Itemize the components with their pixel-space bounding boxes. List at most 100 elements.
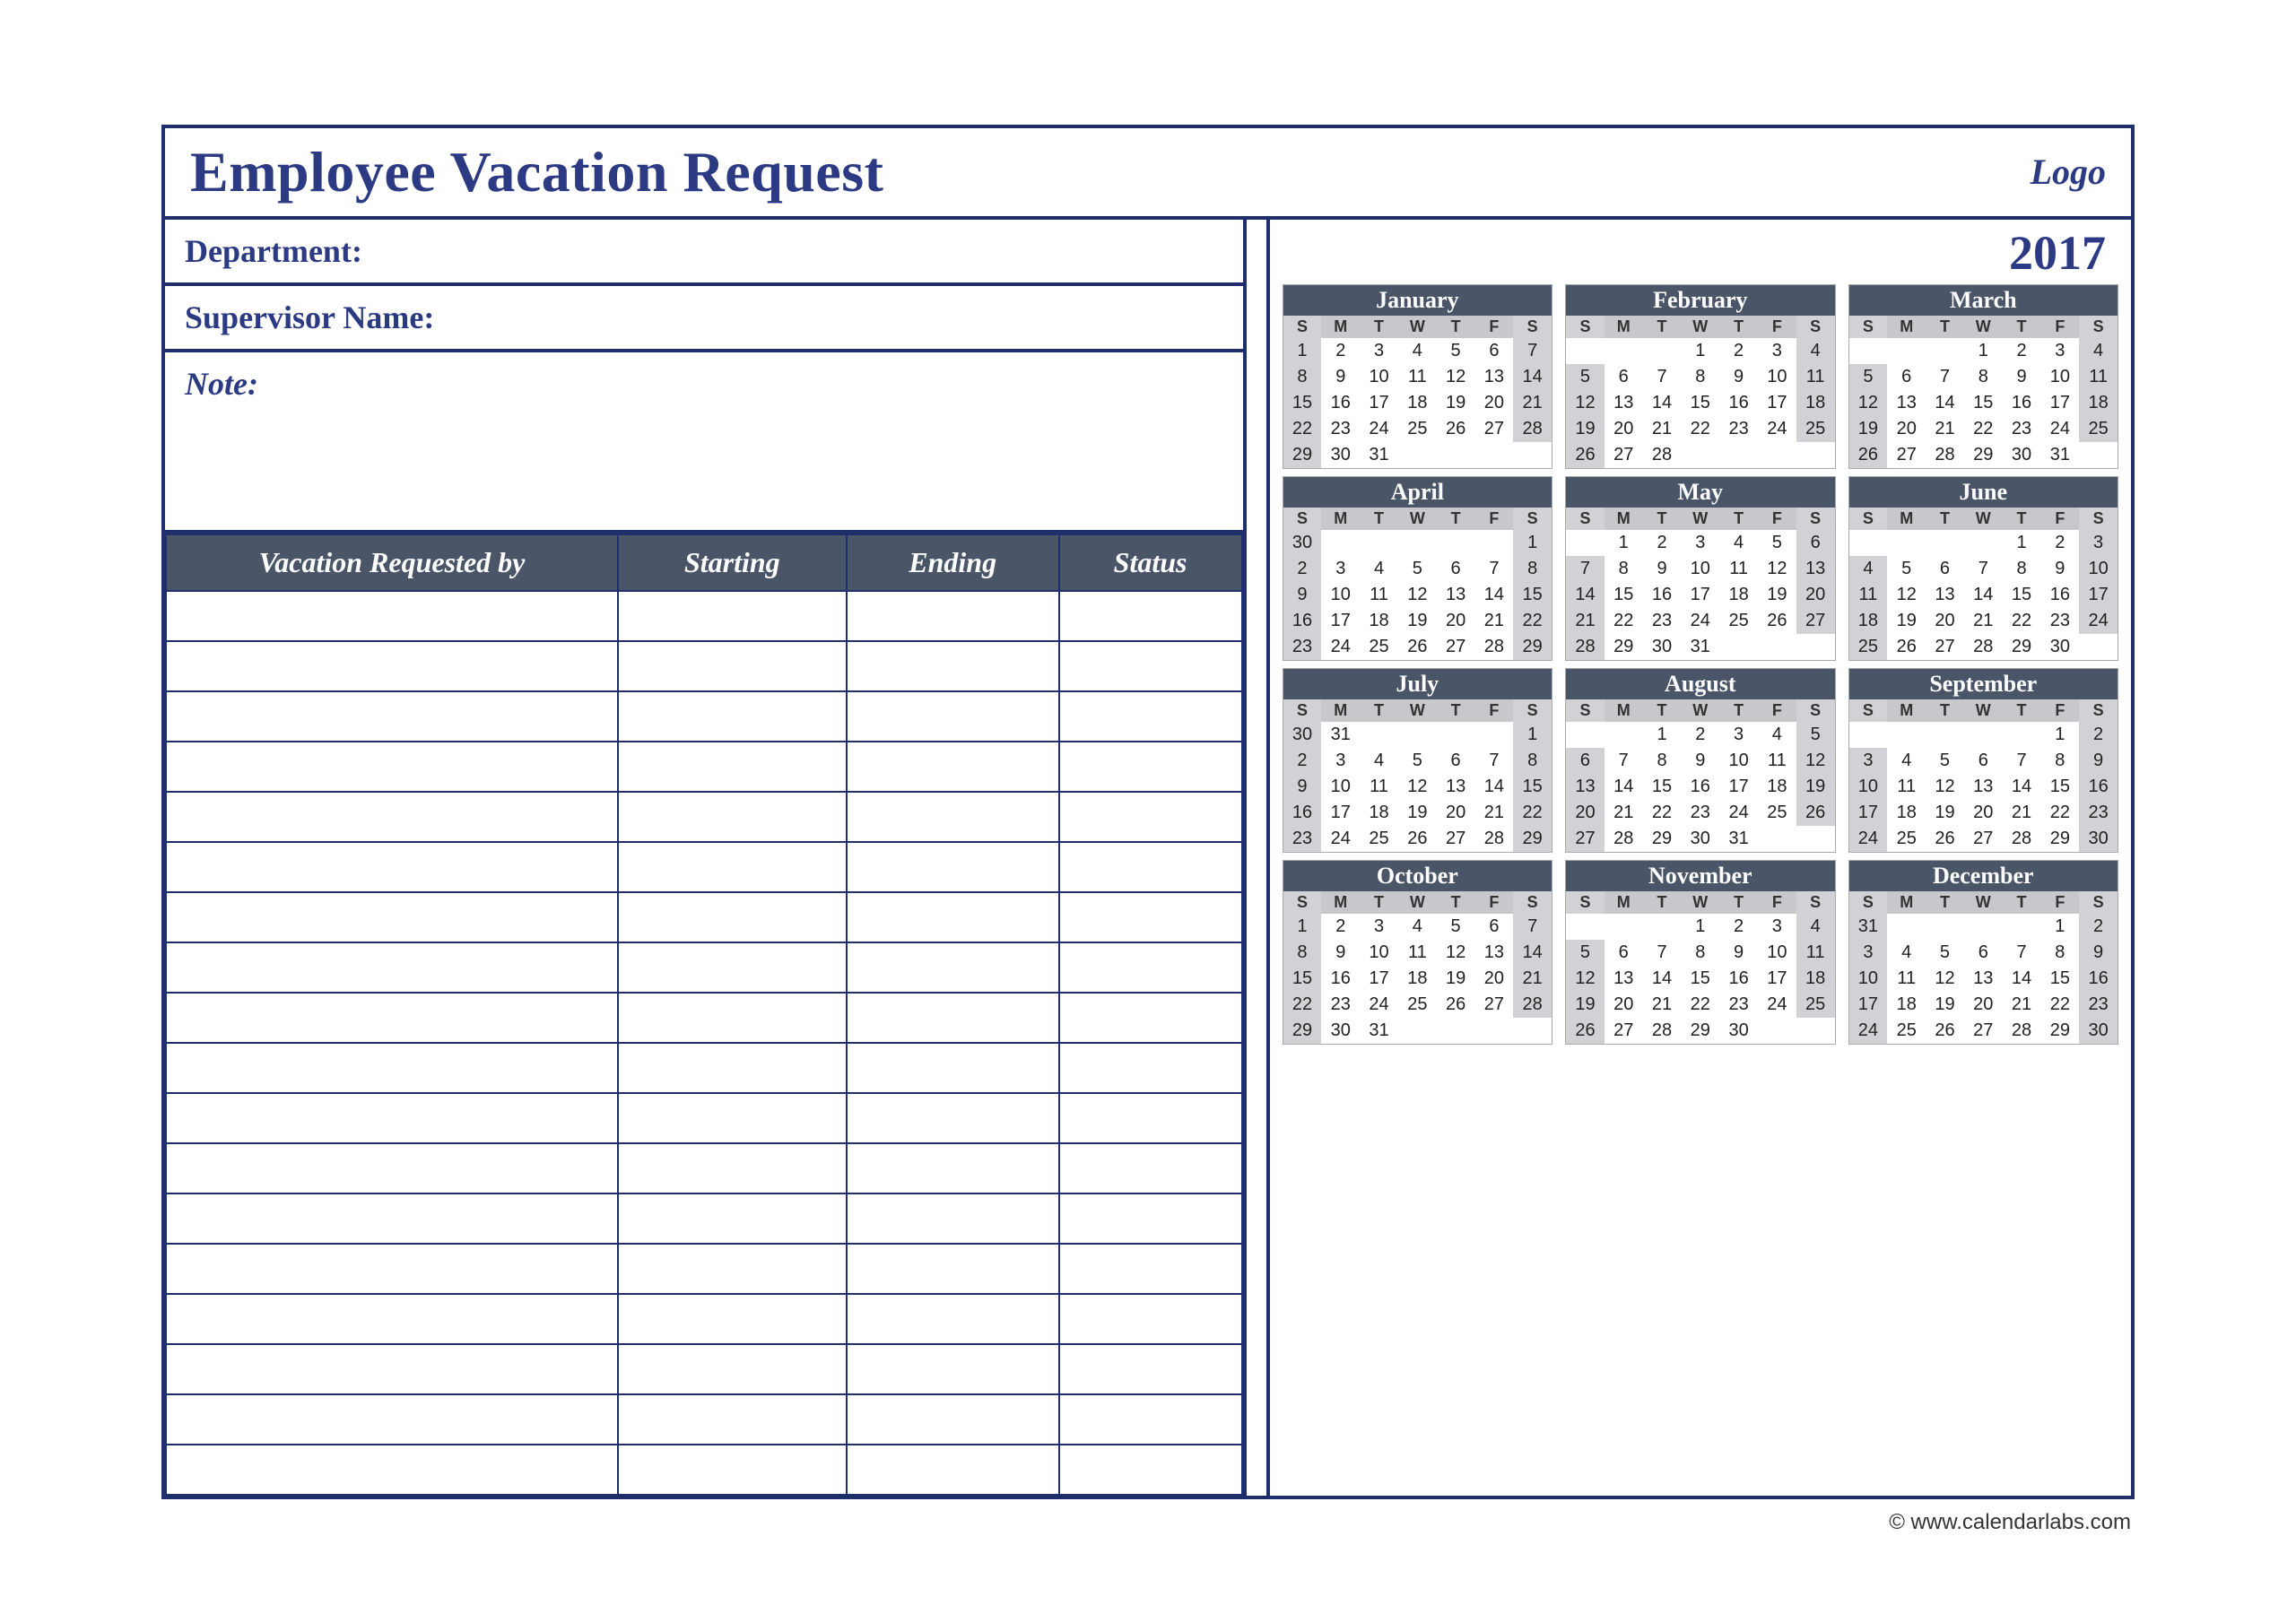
table-cell[interactable] <box>618 691 847 742</box>
table-cell[interactable] <box>618 1294 847 1344</box>
day-cell: 2 <box>2079 914 2118 940</box>
table-cell[interactable] <box>847 1244 1059 1294</box>
table-cell[interactable] <box>1059 1344 1242 1394</box>
table-cell[interactable] <box>1059 1244 1242 1294</box>
table-row[interactable] <box>166 1193 1242 1244</box>
table-cell[interactable] <box>618 1394 847 1445</box>
table-cell[interactable] <box>618 1143 847 1193</box>
table-cell[interactable] <box>618 1244 847 1294</box>
table-row[interactable] <box>166 691 1242 742</box>
table-cell[interactable] <box>1059 641 1242 691</box>
table-cell[interactable] <box>847 1394 1059 1445</box>
table-cell[interactable] <box>847 591 1059 641</box>
table-cell[interactable] <box>1059 1394 1242 1445</box>
table-cell[interactable] <box>847 842 1059 892</box>
table-cell[interactable] <box>618 993 847 1043</box>
table-cell[interactable] <box>847 993 1059 1043</box>
table-row[interactable] <box>166 1394 1242 1445</box>
table-cell[interactable] <box>618 1193 847 1244</box>
table-cell[interactable] <box>1059 1294 1242 1344</box>
table-cell[interactable] <box>847 1193 1059 1244</box>
table-cell[interactable] <box>847 1043 1059 1093</box>
table-cell[interactable] <box>847 1093 1059 1143</box>
table-cell[interactable] <box>166 1344 618 1394</box>
table-cell[interactable] <box>166 1093 618 1143</box>
month-november: NovemberSMTWTFS1234567891011121314151617… <box>1565 860 1835 1045</box>
table-cell[interactable] <box>1059 1093 1242 1143</box>
table-cell[interactable] <box>847 892 1059 942</box>
table-row[interactable] <box>166 641 1242 691</box>
table-cell[interactable] <box>166 993 618 1043</box>
table-row[interactable] <box>166 591 1242 641</box>
table-cell[interactable] <box>847 942 1059 993</box>
table-cell[interactable] <box>1059 842 1242 892</box>
day-cell: 7 <box>2003 940 2041 966</box>
table-cell[interactable] <box>166 1244 618 1294</box>
table-cell[interactable] <box>618 792 847 842</box>
table-cell[interactable] <box>847 641 1059 691</box>
table-cell[interactable] <box>166 1143 618 1193</box>
table-cell[interactable] <box>618 892 847 942</box>
table-cell[interactable] <box>1059 1043 1242 1093</box>
supervisor-field[interactable]: Supervisor Name: <box>165 286 1243 352</box>
table-row[interactable] <box>166 1294 1242 1344</box>
table-cell[interactable] <box>618 742 847 792</box>
table-cell[interactable] <box>1059 691 1242 742</box>
day-cell <box>1605 722 1643 748</box>
table-cell[interactable] <box>166 1193 618 1244</box>
table-cell[interactable] <box>847 1445 1059 1495</box>
table-cell[interactable] <box>1059 792 1242 842</box>
table-row[interactable] <box>166 1093 1242 1143</box>
department-field[interactable]: Department: <box>165 220 1243 286</box>
table-cell[interactable] <box>1059 591 1242 641</box>
table-row[interactable] <box>166 1143 1242 1193</box>
table-cell[interactable] <box>166 691 618 742</box>
table-cell[interactable] <box>847 792 1059 842</box>
table-row[interactable] <box>166 1344 1242 1394</box>
table-row[interactable] <box>166 942 1242 993</box>
table-cell[interactable] <box>166 942 618 993</box>
table-cell[interactable] <box>618 842 847 892</box>
table-row[interactable] <box>166 892 1242 942</box>
table-cell[interactable] <box>166 792 618 842</box>
table-cell[interactable] <box>847 1344 1059 1394</box>
table-cell[interactable] <box>1059 742 1242 792</box>
table-cell[interactable] <box>618 1093 847 1143</box>
table-cell[interactable] <box>847 691 1059 742</box>
table-cell[interactable] <box>618 641 847 691</box>
table-cell[interactable] <box>1059 1193 1242 1244</box>
table-cell[interactable] <box>1059 892 1242 942</box>
table-cell[interactable] <box>618 591 847 641</box>
table-cell[interactable] <box>166 1294 618 1344</box>
day-cell: 22 <box>1605 608 1643 634</box>
table-cell[interactable] <box>618 1344 847 1394</box>
table-cell[interactable] <box>1059 1445 1242 1495</box>
table-row[interactable] <box>166 842 1242 892</box>
table-cell[interactable] <box>1059 993 1242 1043</box>
table-cell[interactable] <box>166 842 618 892</box>
table-cell[interactable] <box>166 641 618 691</box>
table-cell[interactable] <box>166 1445 618 1495</box>
table-row[interactable] <box>166 1043 1242 1093</box>
table-cell[interactable] <box>166 892 618 942</box>
table-cell[interactable] <box>847 1294 1059 1344</box>
table-row[interactable] <box>166 1445 1242 1495</box>
table-row[interactable] <box>166 993 1242 1043</box>
table-cell[interactable] <box>166 1394 618 1445</box>
table-row[interactable] <box>166 742 1242 792</box>
table-cell[interactable] <box>618 942 847 993</box>
table-cell[interactable] <box>166 591 618 641</box>
table-cell[interactable] <box>166 742 618 792</box>
table-cell[interactable] <box>1059 942 1242 993</box>
table-cell[interactable] <box>618 1043 847 1093</box>
month-name: January <box>1283 285 1552 316</box>
table-cell[interactable] <box>847 1143 1059 1193</box>
table-row[interactable] <box>166 792 1242 842</box>
table-cell[interactable] <box>166 1043 618 1093</box>
table-row[interactable] <box>166 1244 1242 1294</box>
table-cell[interactable] <box>618 1445 847 1495</box>
table-cell[interactable] <box>847 742 1059 792</box>
month-june: JuneSMTWTFS12345678910111213141516171819… <box>1848 476 2118 661</box>
table-cell[interactable] <box>1059 1143 1242 1193</box>
note-field[interactable]: Note: <box>165 352 1243 534</box>
